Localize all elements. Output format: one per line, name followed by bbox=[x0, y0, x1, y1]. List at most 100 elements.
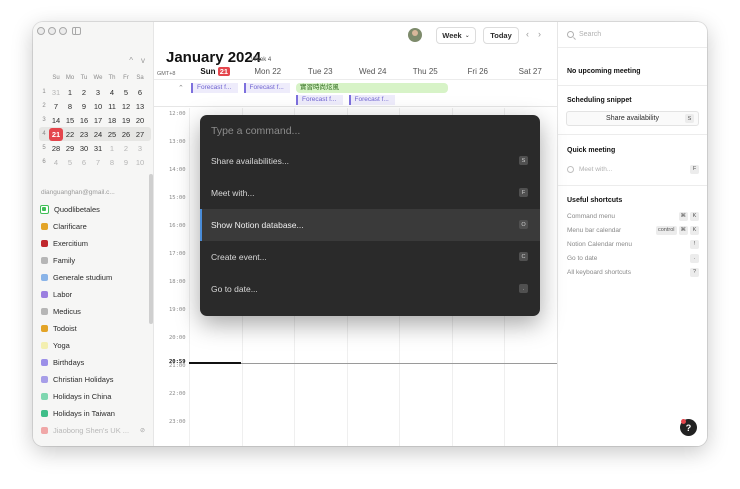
calendar-list-item[interactable]: Yoga bbox=[41, 337, 145, 354]
mini-calendar-day[interactable]: 20 bbox=[133, 114, 147, 127]
mini-calendar-day[interactable]: 27 bbox=[133, 128, 147, 141]
mini-calendar-day[interactable]: 22 bbox=[63, 128, 77, 141]
mini-calendar-day[interactable]: 19 bbox=[119, 114, 133, 127]
share-availability-button[interactable]: Share availability S bbox=[566, 111, 699, 126]
prev-week-button[interactable]: ‹ bbox=[526, 29, 529, 39]
timezone-label[interactable]: GMT+8 bbox=[157, 71, 176, 77]
command-input[interactable]: Type a command... bbox=[211, 125, 300, 137]
mini-calendar-day[interactable]: 6 bbox=[133, 86, 147, 99]
time-label: 12:00 bbox=[169, 111, 186, 117]
calendar-name: Todoist bbox=[53, 324, 77, 333]
calendar-name: Generale studium bbox=[53, 273, 113, 282]
day-header[interactable]: Tue 23 bbox=[294, 67, 347, 76]
all-day-event[interactable]: Forecast f... bbox=[243, 83, 290, 93]
expand-all-day-icon[interactable]: ⌃ bbox=[178, 84, 184, 92]
minimize-window-button[interactable] bbox=[48, 27, 56, 35]
day-header[interactable]: Wed 24 bbox=[347, 67, 400, 76]
calendar-list-item[interactable]: Holidays in Taiwan bbox=[41, 405, 145, 422]
all-day-event[interactable]: 實習時尚炫風 bbox=[296, 83, 448, 93]
mini-calendar-day[interactable]: 11 bbox=[105, 100, 119, 113]
mini-calendar-day[interactable]: 8 bbox=[63, 100, 77, 113]
all-day-event[interactable]: Forecast f... bbox=[348, 95, 395, 105]
today-button[interactable]: Today bbox=[483, 27, 519, 44]
calendar-list-item[interactable]: Birthdays bbox=[41, 354, 145, 371]
search-box[interactable]: Search bbox=[567, 31, 601, 38]
calendar-list-item[interactable]: Jiaobong Shen's UK ... ⊘ bbox=[41, 422, 145, 439]
calendar-list-item[interactable]: Holidays in China bbox=[41, 388, 145, 405]
mini-calendar-day[interactable]: 7 bbox=[91, 156, 105, 169]
mini-calendar-day[interactable]: 5 bbox=[63, 156, 77, 169]
mini-calendar-day[interactable]: 4 bbox=[105, 86, 119, 99]
shortcut-key: ⌘ bbox=[678, 225, 688, 235]
calendar-list-item[interactable]: Todoist bbox=[41, 320, 145, 337]
mini-calendar-day[interactable]: 26 bbox=[119, 128, 133, 141]
mini-calendar-prev-button[interactable]: ^ bbox=[129, 56, 133, 65]
mini-calendar-day[interactable]: 2 bbox=[77, 86, 91, 99]
mini-calendar-day[interactable]: 18 bbox=[105, 114, 119, 127]
mini-calendar-day[interactable]: 5 bbox=[119, 86, 133, 99]
day-header[interactable]: Sun 21 bbox=[189, 67, 242, 76]
eye-slash-icon[interactable]: ⊘ bbox=[140, 427, 145, 434]
calendar-list-item[interactable]: Labor bbox=[41, 286, 145, 303]
sidebar-toggle-icon[interactable] bbox=[72, 27, 81, 35]
sidebar-scrollbar[interactable] bbox=[149, 174, 153, 324]
mini-calendar-day[interactable]: 12 bbox=[119, 100, 133, 113]
mini-calendar-day[interactable]: 8 bbox=[105, 156, 119, 169]
mini-calendar-day[interactable]: 25 bbox=[105, 128, 119, 141]
day-header[interactable]: Sat 27 bbox=[504, 67, 557, 76]
week-number: 6 bbox=[42, 159, 46, 165]
mini-calendar-day[interactable]: 23 bbox=[77, 128, 91, 141]
mini-calendar-day[interactable]: 21 bbox=[49, 127, 63, 141]
next-week-button[interactable]: › bbox=[538, 29, 541, 39]
all-day-event[interactable]: Forecast f... bbox=[191, 83, 238, 93]
calendar-list-item[interactable]: Quodlibetales bbox=[40, 201, 145, 218]
mini-calendar-day[interactable]: 1 bbox=[105, 142, 119, 155]
meet-with-input[interactable]: Meet with... F bbox=[567, 163, 699, 175]
mini-calendar-day[interactable]: 2 bbox=[119, 142, 133, 155]
zoom-window-button[interactable] bbox=[59, 27, 67, 35]
day-header[interactable]: Thu 25 bbox=[399, 67, 452, 76]
all-day-event[interactable]: Forecast f... bbox=[296, 95, 343, 105]
mini-calendar-day[interactable]: 28 bbox=[49, 142, 63, 155]
mini-calendar-day[interactable]: 24 bbox=[91, 128, 105, 141]
mini-calendar-day[interactable]: 10 bbox=[133, 156, 147, 169]
mini-calendar-day[interactable]: 9 bbox=[119, 156, 133, 169]
calendar-list-item[interactable]: Family bbox=[41, 252, 145, 269]
mini-calendar-day[interactable]: 17 bbox=[91, 114, 105, 127]
mini-calendar-next-button[interactable]: v bbox=[141, 56, 145, 65]
calendar-list-item[interactable]: Clarificare bbox=[41, 218, 145, 235]
mini-calendar-day[interactable]: 15 bbox=[63, 114, 77, 127]
calendar-list-item[interactable]: Generale studium bbox=[41, 269, 145, 286]
command-item[interactable]: Create event... C bbox=[200, 241, 540, 273]
mini-calendar-day[interactable]: 9 bbox=[77, 100, 91, 113]
mini-calendar-day[interactable]: 31 bbox=[91, 142, 105, 155]
mini-calendar-day[interactable]: 3 bbox=[91, 86, 105, 99]
day-header[interactable]: Mon 22 bbox=[242, 67, 295, 76]
mini-calendar-day[interactable]: 1 bbox=[63, 86, 77, 99]
mini-calendar-day[interactable]: 6 bbox=[77, 156, 91, 169]
close-window-button[interactable] bbox=[37, 27, 45, 35]
mini-calendar-day[interactable]: 16 bbox=[77, 114, 91, 127]
mini-calendar-day[interactable]: 30 bbox=[77, 142, 91, 155]
mini-calendar-day[interactable]: 10 bbox=[91, 100, 105, 113]
mini-calendar-day[interactable]: 3 bbox=[133, 142, 147, 155]
command-item[interactable]: Share availabilities... S bbox=[200, 145, 540, 177]
mini-calendar-day[interactable]: 31 bbox=[49, 86, 63, 99]
no-meeting-label: No upcoming meeting bbox=[567, 68, 641, 75]
calendar-list-item[interactable]: Christian Holidays bbox=[41, 371, 145, 388]
command-item[interactable]: Show Notion database... O bbox=[200, 209, 540, 241]
mini-calendar-day[interactable]: 13 bbox=[133, 100, 147, 113]
avatar[interactable] bbox=[408, 28, 422, 42]
calendar-list-item[interactable]: Medicus bbox=[41, 303, 145, 320]
mini-calendar-day[interactable]: 14 bbox=[49, 114, 63, 127]
mini-calendar-day[interactable]: 29 bbox=[63, 142, 77, 155]
mini-calendar-day[interactable]: 4 bbox=[49, 156, 63, 169]
command-item[interactable]: Go to date.... bbox=[200, 273, 540, 305]
all-day-row: ⌃ Forecast f... Forecast f... 實習時尚炫風 Foreca… bbox=[154, 79, 557, 107]
calendar-list-item[interactable]: Exercitium bbox=[41, 235, 145, 252]
day-header[interactable]: Fri 26 bbox=[452, 67, 505, 76]
mini-calendar-day[interactable]: 7 bbox=[49, 100, 63, 113]
help-button[interactable]: ? bbox=[680, 419, 697, 436]
view-select-button[interactable]: Week ⌄ bbox=[436, 27, 476, 44]
command-item[interactable]: Meet with... F bbox=[200, 177, 540, 209]
